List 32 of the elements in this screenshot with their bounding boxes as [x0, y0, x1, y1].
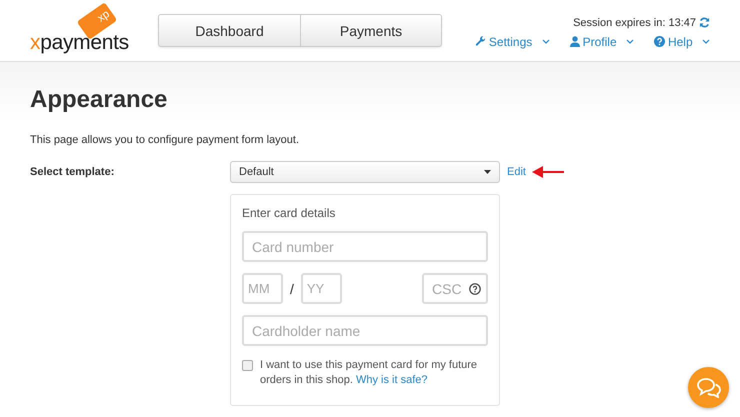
year-field[interactable]: YY [300, 273, 342, 304]
card-number-field[interactable]: Card number [242, 231, 488, 262]
template-select[interactable]: Default [230, 161, 500, 183]
help-icon [654, 36, 665, 47]
help-icon[interactable] [469, 283, 481, 295]
edit-link[interactable]: Edit [507, 166, 526, 178]
month-field[interactable]: MM [242, 273, 283, 304]
date-separator: / [290, 280, 294, 296]
cardholder-field[interactable]: Cardholder name [242, 315, 488, 346]
caret-icon [702, 39, 710, 44]
field-label: Select template: [30, 166, 116, 178]
menu-dropdown[interactable]: Profile [570, 34, 634, 48]
safety-link[interactable]: Why is it safe? [356, 374, 428, 386]
form-title: Enter card details [242, 206, 336, 220]
menu-dropdown[interactable]: Settings [474, 34, 550, 48]
page-description: This page allows you to configure payment form layout. [30, 134, 300, 146]
refresh-icon[interactable] [699, 17, 710, 28]
caret-icon [484, 170, 491, 174]
page-title: Appearance [30, 86, 168, 114]
checkbox[interactable] [242, 360, 253, 371]
save-card-text: I want to use this payment card for my future orders in this shop. Why is it safe? [260, 358, 478, 388]
nav-tab[interactable]: Dashboard [159, 15, 300, 46]
menu-dropdown[interactable]: Help [654, 34, 710, 48]
caret-icon [626, 39, 634, 44]
wrench-icon [474, 36, 486, 47]
arrow-icon [532, 166, 565, 178]
nav-tab[interactable]: Payments [300, 15, 441, 46]
csc-field[interactable]: CSC [422, 273, 488, 304]
session-timer: Session expires in: 13:47 [573, 16, 696, 28]
chat-icon [696, 378, 720, 398]
caret-icon [542, 39, 550, 44]
user-icon [570, 36, 580, 47]
